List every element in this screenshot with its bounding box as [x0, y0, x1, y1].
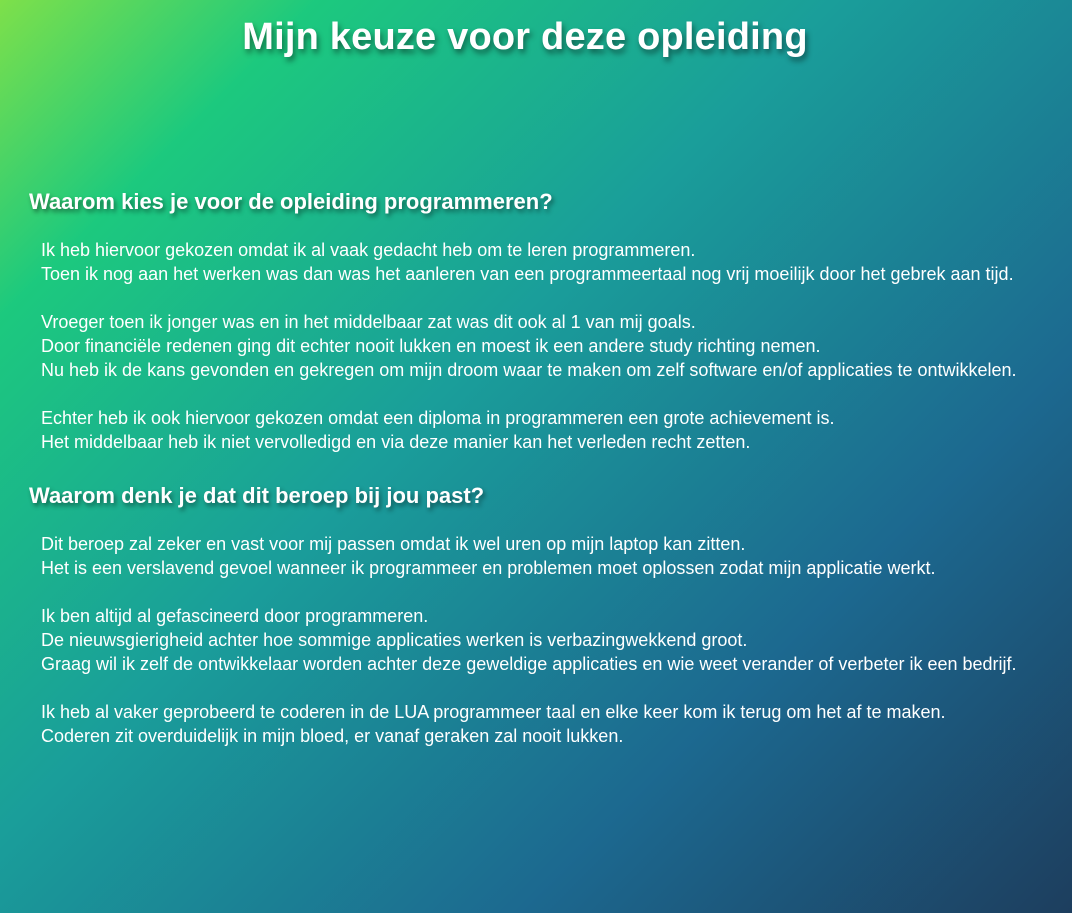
- paragraph-motivation: Ik heb hiervoor gekozen omdat ik al vaak…: [41, 238, 1031, 286]
- paragraph-fascination: Ik ben altijd al gefascineerd door progr…: [41, 604, 1031, 676]
- section-heading-why-fit: Waarom denk je dat dit beroep bij jou pa…: [29, 483, 485, 508]
- section-heading-why-programming: Waarom kies je voor de opleiding program…: [29, 189, 553, 214]
- page-title: Mijn keuze voor deze opleiding: [242, 16, 808, 58]
- paragraph-line: Echter heb ik ook hiervoor gekozen omdat…: [41, 408, 835, 428]
- paragraph-lua-experience: Ik heb al vaker geprobeerd te coderen in…: [41, 700, 1031, 748]
- paragraph-line: Het middelbaar heb ik niet vervolledigd …: [41, 432, 751, 452]
- paragraph-line: Het is een verslavend gevoel wanneer ik …: [41, 558, 936, 578]
- paragraph-fit: Dit beroep zal zeker en vast voor mij pa…: [41, 532, 1031, 580]
- paragraph-line: Door financiële redenen ging dit echter …: [41, 336, 821, 356]
- paragraph-line: Ik heb hiervoor gekozen omdat ik al vaak…: [41, 240, 696, 260]
- paragraph-line: Graag wil ik zelf de ontwikkelaar worden…: [41, 654, 1017, 674]
- paragraph-line: Dit beroep zal zeker en vast voor mij pa…: [41, 534, 746, 554]
- paragraph-diploma: Echter heb ik ook hiervoor gekozen omdat…: [41, 406, 1031, 454]
- paragraph-line: De nieuwsgierigheid achter hoe sommige a…: [41, 630, 748, 650]
- paragraph-line: Toen ik nog aan het werken was dan was h…: [41, 264, 1014, 284]
- paragraph-line: Ik heb al vaker geprobeerd te coderen in…: [41, 702, 946, 722]
- paragraph-line: Vroeger toen ik jonger was en in het mid…: [41, 312, 696, 332]
- paragraph-line: Ik ben altijd al gefascineerd door progr…: [41, 606, 429, 626]
- paragraph-line: Coderen zit overduidelijk in mijn bloed,…: [41, 726, 624, 746]
- paragraph-line: Nu heb ik de kans gevonden en gekregen o…: [41, 360, 1017, 380]
- main-content: Waarom kies je voor de opleiding program…: [29, 184, 1039, 772]
- paragraph-history: Vroeger toen ik jonger was en in het mid…: [41, 310, 1031, 382]
